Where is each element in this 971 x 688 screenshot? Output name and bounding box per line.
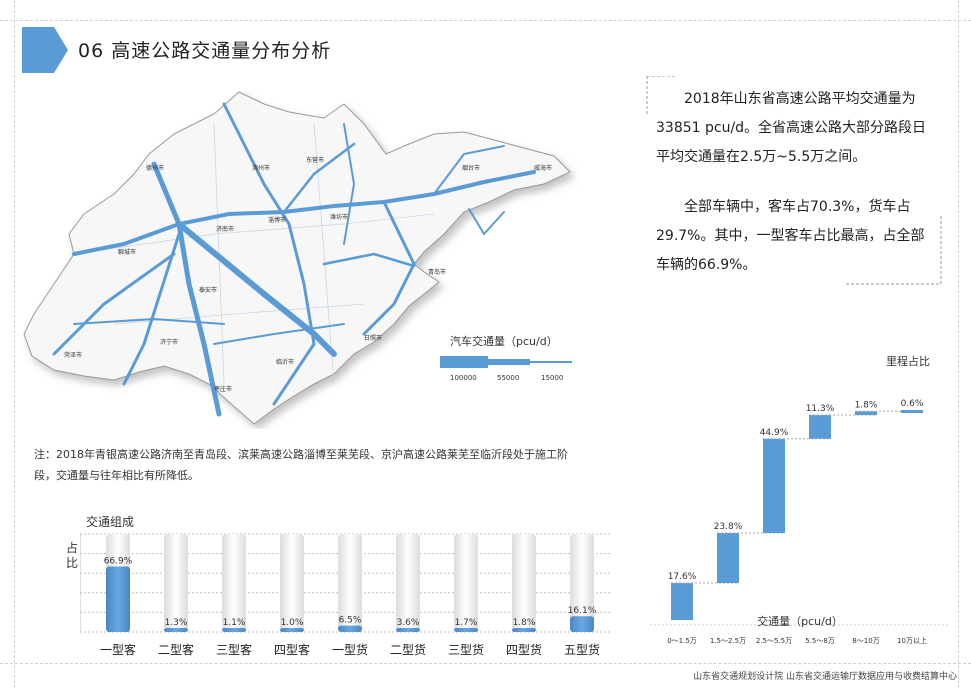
map-legend-scale xyxy=(440,356,572,368)
mileage-chart-title: 里程占比 xyxy=(886,355,930,368)
composition-value-label: 1.0% xyxy=(281,618,304,628)
mileage-category-label: 10万以上 xyxy=(897,636,927,645)
mileage-category-label: 5.5～8万 xyxy=(805,637,835,645)
composition-bar xyxy=(454,628,478,632)
city-label-qingdao: 青岛市 xyxy=(428,268,446,276)
footer-credits: 山东省交通规划设计院 山东省交通运输厅数据应用与收费结算中心 xyxy=(693,672,957,682)
mileage-bar xyxy=(901,410,923,413)
city-label-liaocheng: 聊城市 xyxy=(118,248,136,256)
mileage-category-label: 2.5～5.5万 xyxy=(756,637,792,645)
frame-top-line xyxy=(0,20,971,21)
composition-value-label: 1.7% xyxy=(455,618,478,628)
composition-value-label: 1.8% xyxy=(513,618,536,628)
mileage-category-label: 1.5～2.5万 xyxy=(710,637,746,645)
city-label-weifang: 潍坊市 xyxy=(330,213,348,221)
city-label-taian: 泰安市 xyxy=(199,286,217,294)
mileage-bar xyxy=(717,533,739,584)
description-box: 2018年山东省高速公路平均交通量为33851 pcu/d。全省高速公路大部分路… xyxy=(646,76,942,285)
composition-bar xyxy=(164,628,188,632)
mileage-value-label: 23.8% xyxy=(714,522,743,532)
composition-category-label: 二型货 xyxy=(390,642,426,657)
city-label-zaozhuang: 枣庄市 xyxy=(214,385,232,393)
composition-category-label: 五型货 xyxy=(564,642,600,657)
city-label-dongying: 东营市 xyxy=(306,156,324,164)
mileage-bar xyxy=(671,583,693,620)
map-legend-value-1: 100000 xyxy=(450,374,477,382)
composition-value-label: 66.9% xyxy=(104,556,133,566)
map-legend-title: 汽车交通量（pcu/d） xyxy=(450,335,558,348)
mileage-value-label: 1.8% xyxy=(855,400,878,410)
title-tab-icon xyxy=(22,27,68,73)
mileage-category-label: 8～10万 xyxy=(852,637,879,645)
page-title: 06 高速公路交通量分布分析 xyxy=(78,40,332,62)
composition-bar xyxy=(280,628,304,632)
composition-value-label: 16.1% xyxy=(568,606,597,616)
composition-value-label: 6.5% xyxy=(339,616,362,626)
city-label-binzhou: 滨州市 xyxy=(252,164,270,172)
composition-category-label: 四型客 xyxy=(274,642,310,657)
city-label-heze: 菏泽市 xyxy=(64,351,82,359)
composition-value-label: 3.6% xyxy=(397,618,420,628)
description-paragraph-2: 全部车辆中，客车占70.3%，货车占29.7%。其中，一型客车占比最高，占全部车… xyxy=(656,199,925,273)
composition-category-label: 三型客 xyxy=(216,642,252,657)
city-label-weihai: 威海市 xyxy=(534,164,552,172)
city-label-yantai: 烟台市 xyxy=(462,164,480,172)
city-label-rizhao: 日照市 xyxy=(364,334,382,342)
composition-chart-title: 交通组成 xyxy=(86,515,135,529)
composition-category-label: 三型货 xyxy=(448,642,484,657)
mileage-value-label: 44.9% xyxy=(760,428,789,438)
map-note: 注：2018年青银高速公路济南至青岛段、滨莱高速公路淄博至莱芜段、京沪高速公路莱… xyxy=(34,448,568,482)
composition-bar xyxy=(396,628,420,632)
city-label-dezhou: 德州市 xyxy=(146,164,164,172)
city-label-jinan: 济南市 xyxy=(216,225,234,233)
mileage-xlabel: 交通量（pcu/d） xyxy=(757,614,843,628)
frame-bottom-line xyxy=(0,663,971,664)
map-legend-value-2: 55000 xyxy=(497,374,520,382)
mileage-bar xyxy=(763,438,785,534)
composition-bar xyxy=(106,566,130,632)
mileage-bar xyxy=(855,411,877,416)
composition-category-label: 一型货 xyxy=(332,642,368,657)
description-paragraph-1: 2018年山东省高速公路平均交通量为33851 pcu/d。全省高速公路大部分路… xyxy=(656,91,927,165)
city-label-jining: 济宁市 xyxy=(160,338,178,346)
composition-value-label: 1.1% xyxy=(223,618,246,628)
map-legend-value-3: 15000 xyxy=(541,374,564,382)
city-label-zibo: 淄博市 xyxy=(268,216,286,224)
mileage-bar xyxy=(809,415,831,439)
city-label-linyi: 临沂市 xyxy=(276,358,294,366)
composition-bar xyxy=(338,625,362,632)
mileage-category-label: 0～1.5万 xyxy=(667,637,697,645)
mileage-value-label: 11.3% xyxy=(806,404,835,414)
composition-value-label: 1.3% xyxy=(165,618,188,628)
composition-category-label: 四型货 xyxy=(506,642,542,657)
mileage-value-label: 0.6% xyxy=(901,399,924,409)
frame-right-line xyxy=(958,0,959,688)
composition-chart-ylabel: 占比 xyxy=(66,541,79,570)
composition-bar xyxy=(570,616,594,632)
composition-category-label: 一型客 xyxy=(100,642,136,657)
composition-chart: 66.9% 一型客 1.3% 二型客 1.1% 三型客 1.0% 四型客 6.5% 一型货 3.6%… xyxy=(80,533,610,657)
mileage-value-label: 17.6% xyxy=(668,572,697,582)
mileage-chart: 17.6% 0～1.5万 23.8% 1.5～2.5万 44.9% 2.5～5.5万 11.… xyxy=(650,399,950,645)
composition-bar xyxy=(222,628,246,632)
composition-category-label: 二型客 xyxy=(158,642,194,657)
composition-bar xyxy=(512,628,536,632)
